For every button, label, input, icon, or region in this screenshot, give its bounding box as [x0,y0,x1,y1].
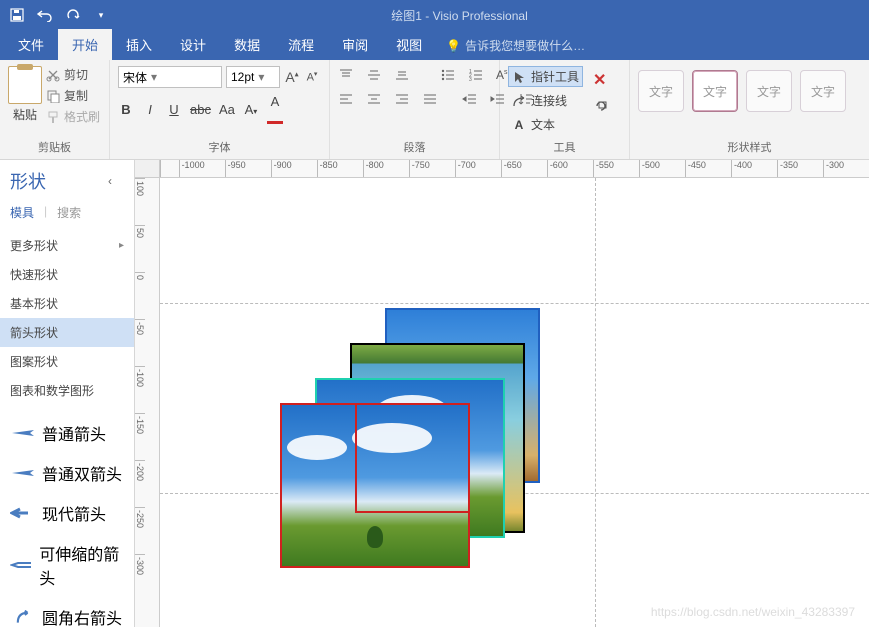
justify-icon[interactable] [422,92,440,108]
window-title: 绘图1 - Visio Professional [110,7,869,24]
shape-style-4[interactable]: 文字 [800,70,846,112]
align-center-icon[interactable] [366,92,384,108]
watermark: https://blog.csdn.net/weixin_43283397 [651,605,855,619]
strike-button[interactable]: abc [190,102,211,117]
menu-design[interactable]: 设计 [166,29,220,60]
lightbulb-icon: 💡 [446,39,461,53]
collapse-panel-icon[interactable]: ‹ [108,174,124,188]
group-label-tools: 工具 [508,137,621,157]
page-edge [595,178,596,627]
shape-item-rounded-right[interactable]: 圆角右箭头 [0,597,134,627]
paste-button[interactable]: 粘贴 [8,64,42,123]
cancel-icon[interactable]: ✕ [593,70,609,90]
group-label-font: 字体 [118,137,321,157]
group-label-paragraph: 段落 [338,137,491,157]
svg-text:3: 3 [469,77,472,82]
shape-style-3[interactable]: 文字 [746,70,792,112]
font-name-combo[interactable]: 宋体▾ [118,66,222,88]
increase-font-icon[interactable]: A▴ [284,69,300,85]
shape-item-arrow[interactable]: 普通箭头 [0,413,134,453]
pointer-tool-button[interactable]: 指针工具 [508,66,583,87]
ruler-corner [135,160,160,178]
format-painter-button[interactable]: 格式刷 [46,108,100,125]
font-size-combo[interactable]: 12pt▾ [226,66,280,88]
menu-home[interactable]: 开始 [58,29,112,60]
clipboard-icon [8,66,42,104]
group-label-clipboard: 剪贴板 [8,137,101,157]
shapes-panel: 形状 ‹ 模具 | 搜索 更多形状▸ 快速形状 基本形状 箭头形状 图案形状 图… [0,160,135,627]
undo-icon[interactable] [36,6,54,24]
menu-review[interactable]: 审阅 [328,29,382,60]
canvas-area[interactable]: -1000-950 -900-850 -800-750 -700-650 -60… [135,160,869,627]
cat-more-shapes[interactable]: 更多形状▸ [0,231,134,260]
tab-stencil[interactable]: 模具 [10,204,34,221]
ruler-vertical: 10050 0-50 -100-150 -200-250 -300 [135,178,160,627]
bold-button[interactable]: B [118,102,134,117]
menu-process[interactable]: 流程 [274,29,328,60]
align-top-icon[interactable] [338,68,356,84]
align-right-icon[interactable] [394,92,412,108]
menu-insert[interactable]: 插入 [112,29,166,60]
cat-pattern-shapes[interactable]: 图案形状 [0,347,134,376]
tell-me-search[interactable]: 💡 告诉我您想要做什么… [436,31,595,60]
menu-data[interactable]: 数据 [220,29,274,60]
cut-button[interactable]: 剪切 [46,66,100,83]
text-tool-button[interactable]: A文本 [508,114,583,135]
page-edge [160,303,869,304]
connector-tool-button[interactable]: 连接线 [508,90,583,111]
numbering-icon[interactable]: 123 [468,68,486,84]
align-left-icon[interactable] [338,92,356,108]
cat-arrow-shapes[interactable]: 箭头形状 [0,318,134,347]
decrease-indent-icon[interactable] [462,92,480,108]
underline-button[interactable]: U [166,102,182,117]
font-color-button[interactable]: A [267,94,283,124]
change-case-button[interactable]: Aa [219,102,235,117]
align-bottom-icon[interactable] [394,68,412,84]
menu-file[interactable]: 文件 [4,29,58,60]
menu-view[interactable]: 视图 [382,29,436,60]
redo-icon[interactable] [64,6,82,24]
copy-button[interactable]: 复制 [46,87,100,104]
shape-style-1[interactable]: 文字 [638,70,684,112]
shape-item-double-arrow[interactable]: 普通双箭头 [0,453,134,493]
decrease-font-icon[interactable]: A▾ [304,70,320,84]
rotate-icon[interactable] [593,98,609,119]
italic-button[interactable]: I [142,102,158,117]
tab-search[interactable]: 搜索 [57,204,81,221]
ribbon: 粘贴 剪切 复制 格式刷 剪贴板 宋体▾ 12pt▾ A▴ A▾ B I U a… [0,60,869,160]
shape-item-stretch-arrow[interactable]: 可伸缩的箭头 [0,533,134,597]
chevron-right-icon: ▸ [119,240,124,251]
font-dialog-button[interactable]: A▾ [243,102,259,117]
canvas-image-inner[interactable] [355,403,470,513]
qat-dropdown-icon[interactable]: ▾ [92,6,110,24]
cat-chart-math[interactable]: 图表和数学图形 [0,376,134,405]
bullets-icon[interactable] [440,68,458,84]
cat-quick-shapes[interactable]: 快速形状 [0,260,134,289]
shape-item-modern-arrow[interactable]: 现代箭头 [0,493,134,533]
ruler-horizontal: -1000-950 -900-850 -800-750 -700-650 -60… [160,160,869,178]
group-label-styles: 形状样式 [638,137,861,157]
save-icon[interactable] [8,6,26,24]
shape-style-2[interactable]: 文字 [692,70,738,112]
shapes-title: 形状 [10,168,46,194]
align-middle-icon[interactable] [366,68,384,84]
cat-basic-shapes[interactable]: 基本形状 [0,289,134,318]
